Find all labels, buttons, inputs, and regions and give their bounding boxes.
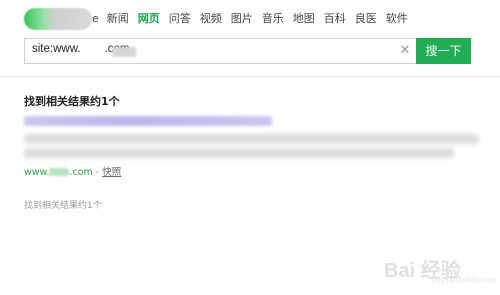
search-bar: site:www..com ✕ 搜一下 (24, 38, 471, 64)
baidu-jingyan-watermark: Bai 经验 jingyan.baidu.com (384, 244, 497, 284)
search-input[interactable]: site:www..com (32, 43, 392, 60)
tab-health[interactable]: 良医 (355, 11, 377, 29)
site-logo[interactable] (24, 8, 92, 30)
result-url: www. .com - 快照 (24, 164, 121, 178)
result-count: 找到相关结果约1个 (24, 95, 120, 108)
footer-result-count: 找到相关结果约1个 (24, 201, 102, 211)
result-url-prefix: www. (24, 167, 50, 178)
tab-web[interactable]: 网页 (138, 11, 160, 29)
tab-music[interactable]: 音乐 (262, 11, 284, 29)
tab-partial[interactable]: e (92, 11, 99, 29)
tab-images[interactable]: 图片 (231, 11, 253, 29)
redacted-domain (112, 47, 136, 57)
result-url-separator: - (92, 167, 103, 178)
result-title-link[interactable] (24, 116, 272, 126)
tab-map[interactable]: 地图 (293, 11, 315, 29)
search-button[interactable]: 搜一下 (416, 38, 471, 64)
tab-video[interactable]: 视频 (200, 11, 222, 29)
result-url-suffix: .com (69, 167, 93, 178)
search-results-page: e 新闻 网页 问答 视频 图片 音乐 地图 百科 良医 软件 site:www… (0, 0, 500, 295)
top-navigation-bar: e 新闻 网页 问答 视频 图片 音乐 地图 百科 良医 软件 (0, 0, 500, 38)
search-result-item: www. .com - 快照 (24, 112, 484, 182)
tab-software[interactable]: 软件 (386, 11, 408, 29)
snapshot-link[interactable]: 快照 (102, 167, 121, 178)
redacted-url-domain (49, 168, 70, 176)
search-input-container[interactable]: site:www..com ✕ (24, 38, 416, 64)
watermark-subtext: jingyan.baidu.com (432, 276, 497, 284)
tab-baike[interactable]: 百科 (324, 11, 346, 29)
search-query-prefix: site:www. (32, 43, 81, 55)
category-tabs: e 新闻 网页 问答 视频 图片 音乐 地图 百科 良医 软件 (92, 11, 417, 29)
tab-qa[interactable]: 问答 (169, 11, 191, 29)
result-snippet-line-1 (24, 134, 479, 144)
close-icon[interactable]: ✕ (397, 43, 413, 59)
header-divider (0, 76, 500, 77)
result-snippet-line-2 (24, 148, 454, 158)
tab-news[interactable]: 新闻 (107, 11, 129, 29)
